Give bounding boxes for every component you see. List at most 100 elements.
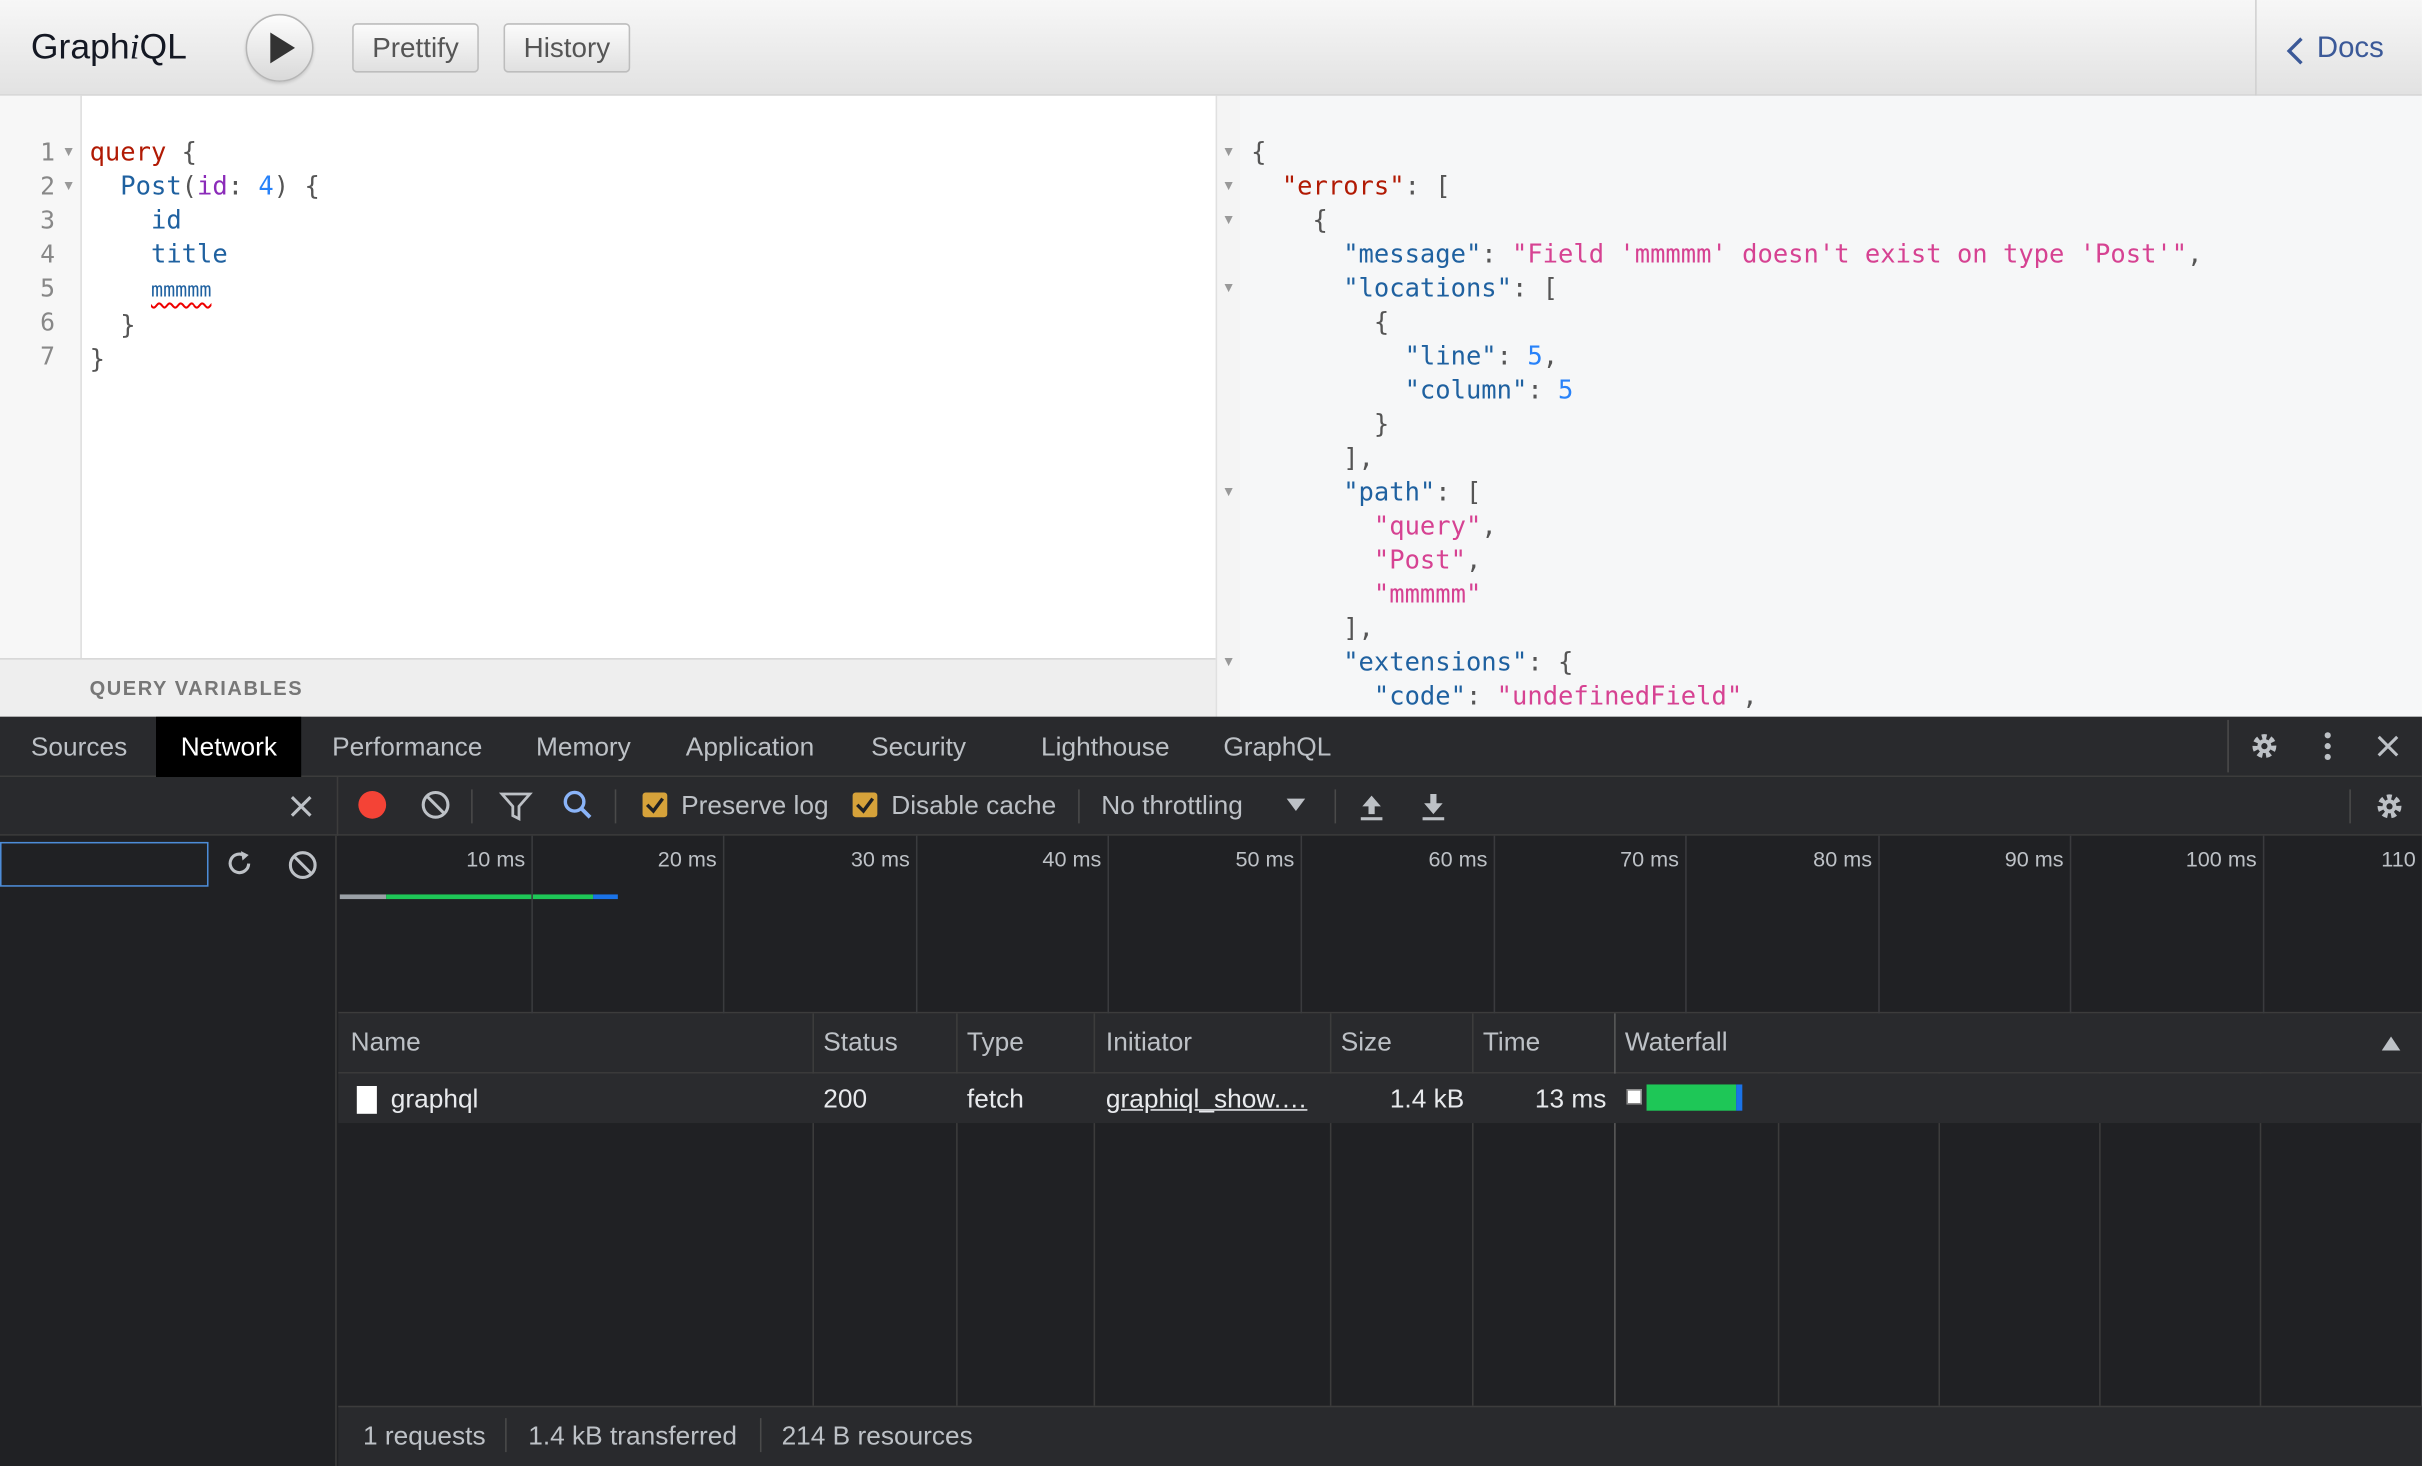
graphiql-title: GraphiQL (30, 26, 187, 67)
tab-network[interactable]: Network (156, 716, 302, 778)
tab-performance[interactable]: Performance (307, 717, 507, 777)
column-header-time[interactable]: Time (1483, 1027, 1540, 1058)
json-key: "message" (1343, 239, 1482, 269)
column-header-status[interactable]: Status (823, 1027, 897, 1058)
fold-arrow-icon[interactable]: ▼ (1222, 212, 1236, 227)
column-header-initiator[interactable]: Initiator (1106, 1027, 1192, 1058)
import-har-icon[interactable] (1358, 791, 1386, 822)
disable-cache-label[interactable]: Disable cache (891, 791, 1056, 822)
timeline-tick-label: 80 ms (1813, 846, 1873, 872)
fold-arrow-icon[interactable]: ▼ (1222, 144, 1236, 159)
divider (1078, 789, 1080, 824)
query-code[interactable]: query { Post(id: 4) { id title mmmmm } } (90, 136, 320, 377)
divider (2349, 789, 2351, 824)
timeline-tick-label: 110 (2381, 846, 2416, 872)
network-settings-gear-icon[interactable] (2374, 791, 2405, 822)
column-divider[interactable] (1472, 1013, 1474, 1406)
export-har-icon[interactable] (1419, 791, 1447, 822)
timeline-tick-label: 30 ms (850, 846, 910, 872)
disable-cache-checkbox[interactable] (852, 792, 878, 818)
column-header-size[interactable]: Size (1341, 1027, 1392, 1058)
code-token: Post (120, 171, 182, 201)
tab-security[interactable]: Security (846, 717, 990, 777)
refresh-icon[interactable] (224, 848, 255, 879)
json-value: 5 (1558, 375, 1574, 405)
request-initiator-link[interactable]: graphiql_show.… (1106, 1084, 1307, 1115)
code-token: { (181, 137, 198, 167)
execute-query-button[interactable] (245, 13, 314, 82)
tab-graphql[interactable]: GraphQL (1199, 717, 1356, 777)
code-token: query (89, 137, 167, 167)
close-devtools-icon[interactable] (2376, 734, 2401, 759)
filter-icon[interactable] (498, 791, 533, 822)
timeline-tick-line (2262, 835, 2265, 1014)
fold-arrow-icon[interactable]: ▼ (62, 144, 76, 159)
close-sidebar-icon[interactable] (289, 794, 314, 819)
clear-icon[interactable] (420, 789, 451, 820)
fold-arrow-icon[interactable]: ▼ (1222, 484, 1236, 499)
divider (505, 1418, 507, 1453)
tab-lighthouse[interactable]: Lighthouse (1016, 717, 1194, 777)
column-divider[interactable] (1329, 1013, 1332, 1406)
settings-gear-icon[interactable] (2249, 731, 2280, 762)
result-json: { "errors": [ { "message": "Field 'mmmmm… (1251, 137, 2203, 711)
waterfall-gridline (2259, 1073, 2262, 1406)
line-number: 6 (40, 307, 56, 337)
timeline-tick-line (531, 835, 533, 1014)
preserve-log-label[interactable]: Preserve log (681, 791, 828, 822)
timeline-tick-label: 70 ms (1620, 846, 1679, 872)
code-token: id (197, 171, 228, 201)
fold-arrow-icon[interactable]: ▼ (1222, 653, 1236, 668)
search-input[interactable] (0, 841, 209, 887)
fold-arrow-icon[interactable]: ▼ (62, 178, 76, 193)
fold-arrow-icon[interactable]: ▼ (1222, 178, 1236, 193)
json-value: "undefinedField" (1496, 681, 1743, 711)
column-header-name[interactable]: Name (351, 1027, 421, 1058)
waterfall-bar-download[interactable] (1736, 1084, 1743, 1111)
timeline-bar-queue (339, 894, 387, 900)
history-button[interactable]: History (503, 23, 631, 73)
request-status: 200 (823, 1084, 868, 1114)
prettify-button[interactable]: Prettify (352, 23, 479, 73)
column-header-type[interactable]: Type (967, 1027, 1024, 1058)
tab-memory[interactable]: Memory (511, 717, 655, 777)
request-type: fetch (966, 1084, 1024, 1114)
column-divider[interactable] (1614, 1013, 1616, 1406)
clear-search-icon[interactable] (287, 850, 318, 881)
dropdown-arrow-icon[interactable] (1285, 797, 1307, 812)
column-divider[interactable] (956, 1013, 958, 1406)
column-divider[interactable] (812, 1013, 815, 1406)
tab-application[interactable]: Application (661, 717, 839, 777)
line-number: 5 (40, 273, 56, 303)
more-options-icon[interactable] (2318, 731, 2337, 762)
resources-size: 214 B resources (781, 1421, 973, 1451)
column-divider[interactable] (1093, 1013, 1096, 1406)
line-number: 2 (40, 171, 56, 201)
waterfall-bar-waiting[interactable] (1646, 1084, 1737, 1111)
docs-button[interactable]: Docs (2317, 32, 2384, 66)
json-value: "Field 'mmmmm' doesn't exist on type 'Po… (1511, 239, 2188, 269)
timeline-tick-label: 90 ms (2004, 846, 2064, 872)
preserve-log-checkbox[interactable] (642, 792, 668, 818)
divider (1334, 789, 1337, 824)
request-name[interactable]: graphql (391, 1084, 479, 1115)
throttling-select[interactable]: No throttling (1101, 791, 1243, 822)
search-icon[interactable] (562, 789, 593, 820)
json-value: 5 (1527, 341, 1543, 371)
record-icon[interactable] (357, 789, 388, 820)
checkmark-icon (856, 797, 875, 814)
line-number: 4 (40, 239, 56, 269)
waterfall-gridline (2099, 1073, 2101, 1406)
timeline-tick-label: 100 ms (2185, 846, 2257, 872)
column-header-waterfall[interactable]: Waterfall (1625, 1027, 1728, 1058)
tab-sources[interactable]: Sources (6, 717, 152, 777)
query-variables-label[interactable]: QUERY VARIABLES (90, 677, 304, 700)
line-number: 1 (40, 137, 56, 167)
code-token: title (150, 239, 228, 269)
fold-arrow-icon[interactable]: ▼ (1222, 280, 1236, 295)
json-key: "line" (1404, 341, 1497, 371)
divider (759, 1418, 762, 1453)
timeline-tick-label: 20 ms (657, 846, 717, 872)
sort-ascending-icon[interactable] (2380, 1035, 2402, 1052)
timeline-tick-label: 40 ms (1042, 846, 1102, 872)
